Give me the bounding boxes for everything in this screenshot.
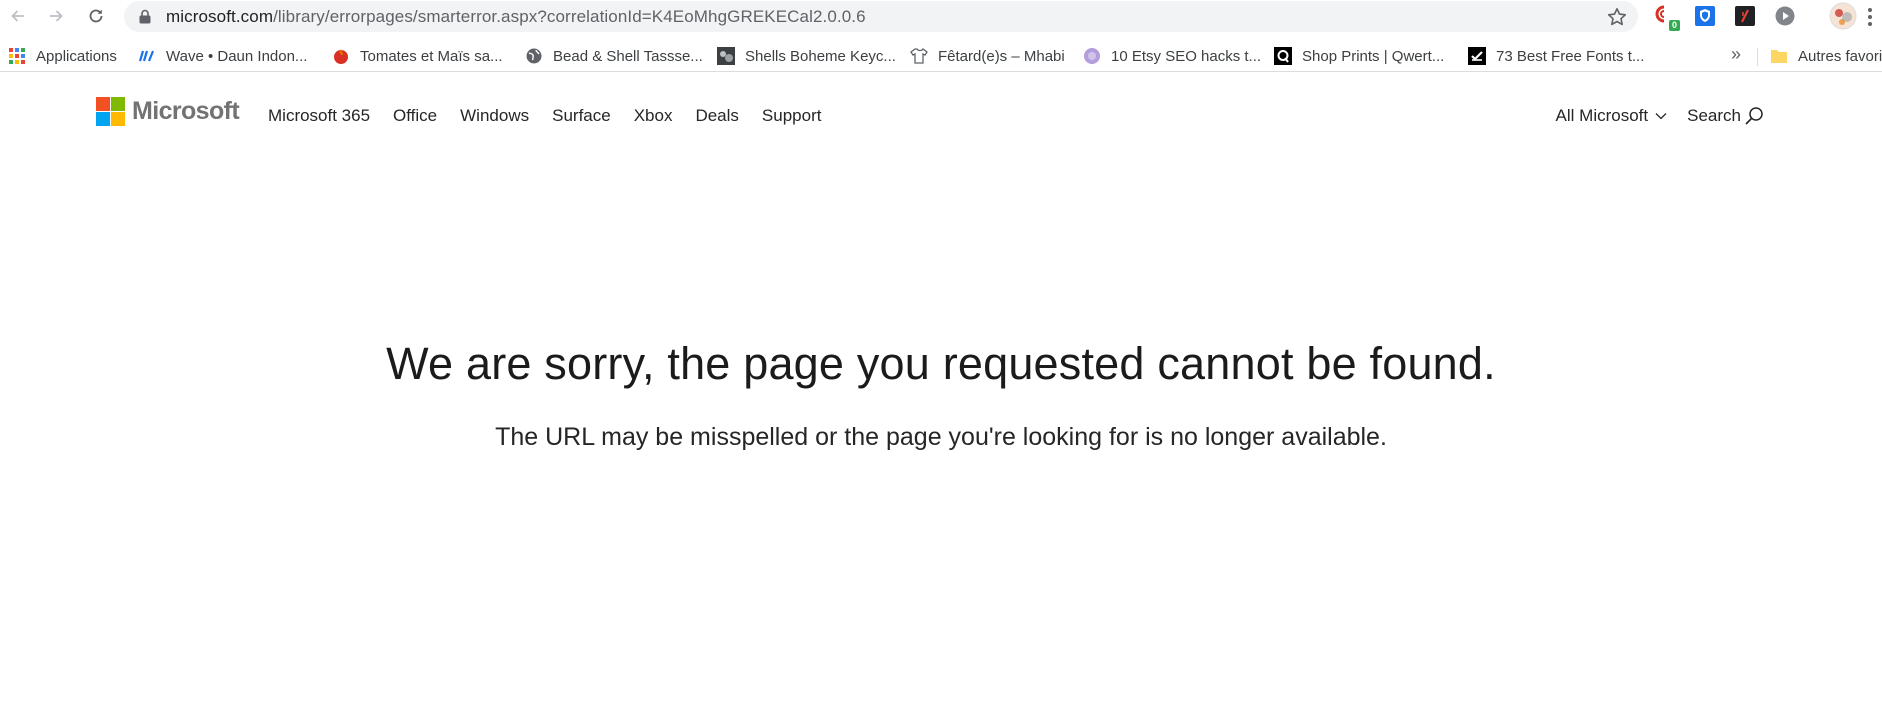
- all-microsoft-label: All Microsoft: [1555, 106, 1649, 125]
- bookmark-wave[interactable]: Wave • Daun Indon...: [138, 45, 307, 67]
- bookmark-label: Shells Boheme Keyc...: [745, 47, 896, 65]
- url-path: /library/errorpages/smarterror.aspx?corr…: [273, 7, 866, 26]
- nav-deals[interactable]: Deals: [695, 106, 738, 126]
- microsoft-logo[interactable]: Microsoft: [96, 97, 240, 126]
- bookmark-label: Shop Prints | Qwert...: [1302, 47, 1445, 65]
- shield-extension-icon: [1695, 6, 1715, 26]
- profile-avatar[interactable]: [1828, 1, 1858, 31]
- slash-extension-icon: [1735, 6, 1755, 26]
- photo-icon: [717, 47, 735, 65]
- extension-badge: 0: [1668, 20, 1680, 31]
- nav-office[interactable]: Office: [393, 106, 437, 126]
- browser-menu-icon[interactable]: [1866, 6, 1874, 28]
- forward-button[interactable]: [44, 4, 68, 28]
- bookmark-tomates[interactable]: Tomates et Maïs sa...: [332, 45, 503, 67]
- bookmark-label: 10 Etsy SEO hacks t...: [1111, 47, 1262, 65]
- bookmark-etsy-seo[interactable]: 10 Etsy SEO hacks t...: [1083, 45, 1261, 67]
- nav-surface[interactable]: Surface: [552, 106, 611, 126]
- bookmark-fetardes[interactable]: Fêtard(e)s – Mhabi: [910, 45, 1065, 67]
- chevron-down-icon: [1655, 113, 1667, 120]
- bookmark-label: Fêtard(e)s – Mhabi: [938, 47, 1065, 65]
- wave-icon: [138, 47, 156, 65]
- lock-icon: [139, 9, 151, 24]
- apps-grid-icon: [8, 47, 26, 65]
- bookmark-free-fonts[interactable]: 73 Best Free Fonts t...: [1468, 45, 1644, 67]
- globe-icon: [525, 47, 543, 65]
- url-text: microsoft.com/library/errorpages/smarter…: [166, 7, 866, 27]
- extension-adblock[interactable]: 0: [1652, 4, 1680, 31]
- header-actions: All Microsoft Search: [1556, 106, 1764, 126]
- bookmark-other-folder[interactable]: Autres favori: [1770, 45, 1882, 67]
- browser-toolbar: microsoft.com/library/errorpages/smarter…: [0, 0, 1882, 33]
- bookmark-label: Autres favori: [1798, 47, 1882, 65]
- address-bar[interactable]: microsoft.com/library/errorpages/smarter…: [124, 1, 1638, 32]
- logo-wordmark: Microsoft: [132, 97, 240, 125]
- bookmark-label: Tomates et Maïs sa...: [360, 47, 503, 65]
- microsoft-logo-icon: [96, 97, 125, 126]
- reload-icon: [89, 9, 103, 23]
- etsy-icon: [1083, 47, 1101, 65]
- nav-microsoft-365[interactable]: Microsoft 365: [268, 106, 370, 126]
- q-icon: [1274, 47, 1292, 65]
- back-button[interactable]: [6, 4, 30, 28]
- bookmarks-divider: [1757, 48, 1758, 66]
- search-button[interactable]: Search: [1687, 106, 1764, 126]
- reload-button[interactable]: [84, 4, 108, 28]
- bookmark-bead-shell[interactable]: Bead & Shell Tassse...: [525, 45, 703, 67]
- search-icon: [1745, 107, 1763, 125]
- play-circle-icon: [1775, 6, 1795, 26]
- bookmark-star-icon[interactable]: [1606, 6, 1628, 28]
- nav-windows[interactable]: Windows: [460, 106, 529, 126]
- all-microsoft-menu[interactable]: All Microsoft: [1556, 106, 1668, 126]
- bookmark-label: 73 Best Free Fonts t...: [1496, 47, 1645, 65]
- bookmark-label: Wave • Daun Indon...: [166, 47, 308, 65]
- nav-xbox[interactable]: Xbox: [634, 106, 673, 126]
- bookmark-label: Applications: [36, 47, 117, 65]
- bookmark-shop-prints[interactable]: Shop Prints | Qwert...: [1274, 45, 1444, 67]
- url-host: microsoft.com: [166, 7, 274, 26]
- error-subtitle: The URL may be misspelled or the page yo…: [495, 423, 1387, 451]
- search-label: Search: [1687, 106, 1741, 125]
- extension-shield[interactable]: [1693, 4, 1717, 28]
- site-header: Microsoft Microsoft 365 Office Windows S…: [0, 80, 1882, 150]
- arrow-left-icon: [11, 10, 24, 22]
- extension-dark[interactable]: [1733, 4, 1757, 28]
- extension-play[interactable]: [1773, 4, 1797, 28]
- avatar-icon: [1829, 2, 1857, 30]
- folder-icon: [1770, 47, 1788, 65]
- shirt-icon: [910, 47, 928, 65]
- site-nav: Microsoft 365 Office Windows Surface Xbo…: [268, 106, 844, 126]
- arrow-right-icon: [50, 10, 63, 22]
- fonts-icon: [1468, 47, 1486, 65]
- bookmarks-bar: Applications Wave • Daun Indon... Tomate…: [0, 40, 1882, 72]
- nav-support[interactable]: Support: [762, 106, 822, 126]
- bookmark-applications[interactable]: Applications: [8, 45, 117, 67]
- bookmarks-overflow-button[interactable]: »: [1731, 44, 1741, 65]
- bookmark-shells-boheme[interactable]: Shells Boheme Keyc...: [717, 45, 896, 67]
- error-title: We are sorry, the page you requested can…: [386, 338, 1496, 389]
- tomato-icon: [332, 47, 350, 65]
- bookmark-label: Bead & Shell Tassse...: [553, 47, 703, 65]
